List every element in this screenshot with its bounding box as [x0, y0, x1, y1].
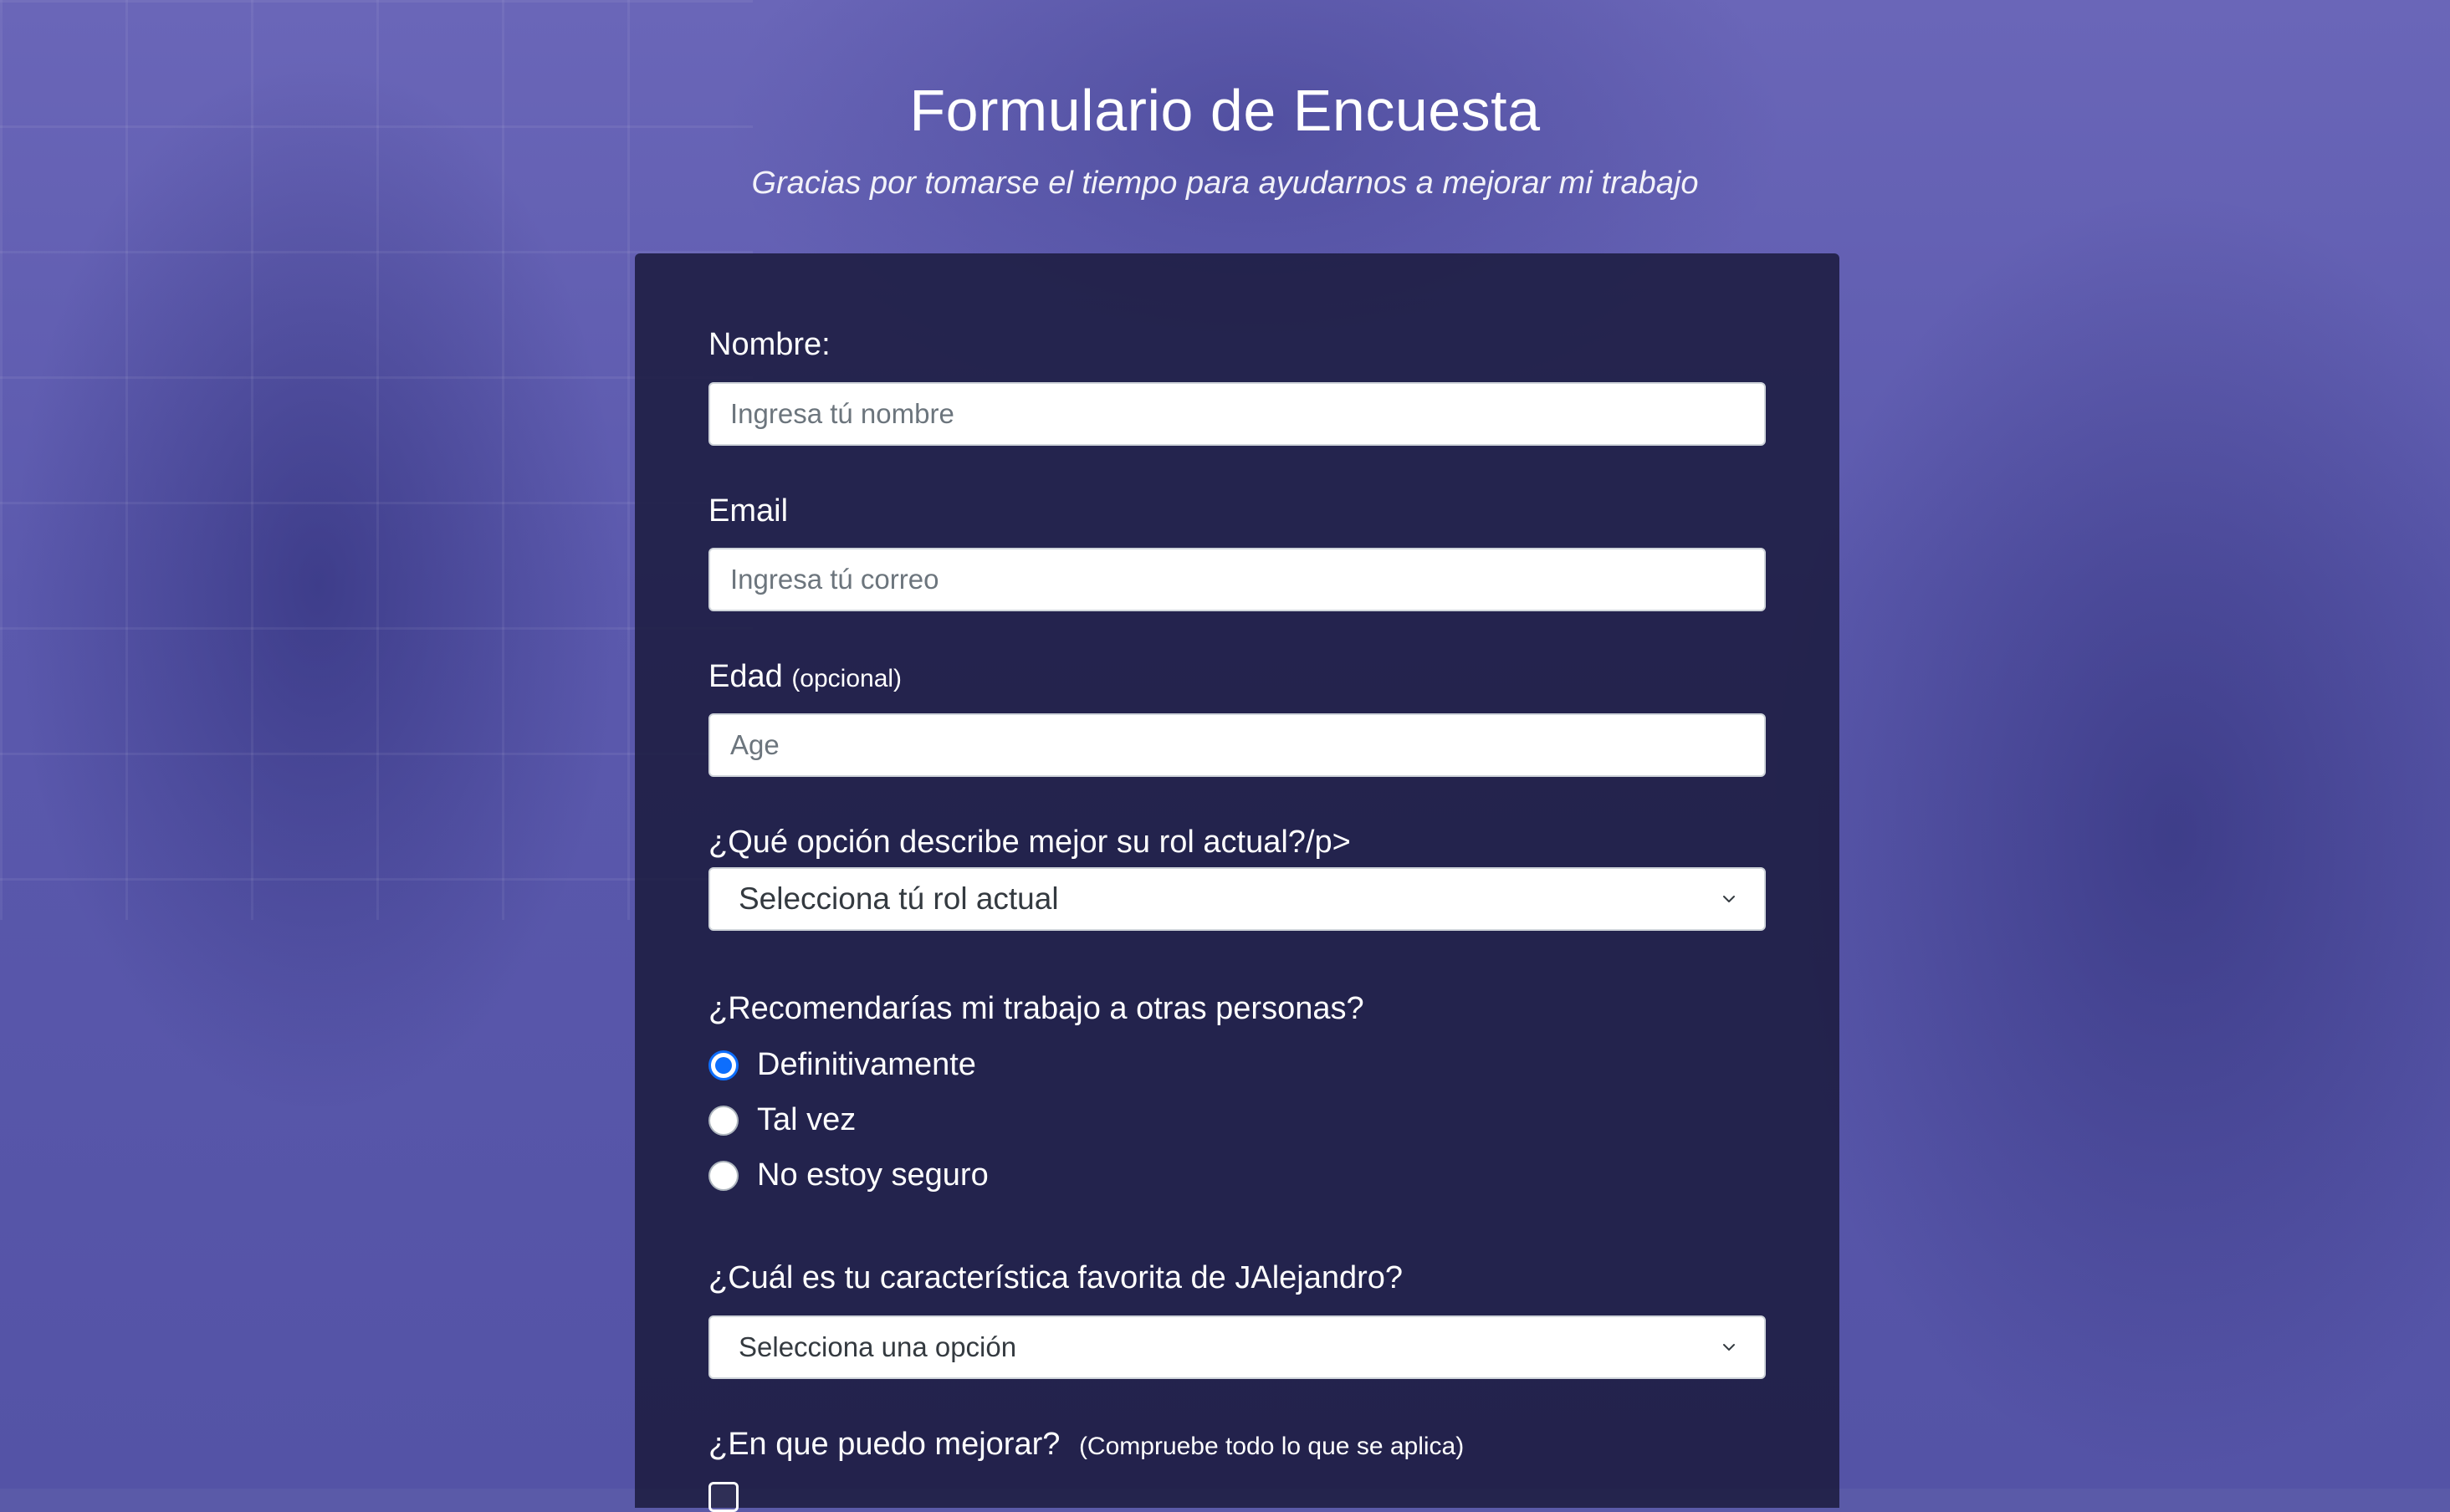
name-label: Nombre:	[708, 327, 831, 363]
favorite-dropdown-value: Selecciona una opción	[739, 1331, 1017, 1362]
age-optional-note: (opcional)	[791, 665, 903, 692]
role-label: ¿Qué opción describe mejor su rol actual…	[708, 825, 1351, 861]
radio-button-checked[interactable]	[708, 1050, 739, 1080]
improve-label-text: ¿En que puedo mejorar?	[708, 1427, 1061, 1462]
radio-option-no-estoy-seguro[interactable]: No estoy seguro	[708, 1157, 989, 1193]
recommend-label: ¿Recomendarías mi trabajo a otras person…	[708, 991, 1364, 1027]
name-label-text: Nombre:	[708, 327, 831, 362]
radio-option-label: Definitivamente	[757, 1047, 976, 1082]
radio-option-label: Tal vez	[757, 1102, 857, 1137]
radio-option-tal-vez[interactable]: Tal vez	[708, 1102, 856, 1138]
email-label: Email	[708, 493, 788, 529]
age-input[interactable]	[708, 713, 1766, 777]
favorite-label-text: ¿Cuál es tu característica favorita de J…	[708, 1260, 1404, 1295]
radio-option-definitivamente[interactable]: Definitivamente	[708, 1047, 976, 1083]
recommend-label-text: ¿Recomendarías mi trabajo a otras person…	[708, 991, 1364, 1026]
improve-label-note: (Compruebe todo lo que se aplica)	[1078, 1433, 1465, 1460]
radio-button[interactable]	[708, 1105, 739, 1136]
favorite-label: ¿Cuál es tu característica favorita de J…	[708, 1260, 1403, 1296]
favorite-dropdown[interactable]: Selecciona una opción	[708, 1315, 1766, 1379]
age-label-text: Edad	[708, 659, 783, 694]
email-label-text: Email	[708, 493, 789, 529]
improve-checkbox[interactable]	[708, 1482, 739, 1512]
role-label-text: ¿Qué opción describe mejor su rol actual…	[708, 825, 1351, 860]
age-label: Edad (opcional)	[708, 659, 902, 695]
role-dropdown[interactable]: Selecciona tú rol actual	[708, 867, 1766, 931]
page-subtitle: Gracias por tomarse el tiempo para ayuda…	[751, 166, 1699, 201]
chevron-down-icon	[1723, 896, 1735, 902]
improve-label: ¿En que puedo mejorar? (Compruebe todo l…	[708, 1427, 1464, 1463]
survey-form: Nombre: Email Edad (opcional) ¿Qué opció…	[635, 253, 1839, 1512]
chevron-down-icon	[1723, 1344, 1735, 1351]
page-header: Formulario de Encuesta Gracias por tomar…	[0, 77, 2450, 202]
radio-option-label: No estoy seguro	[757, 1157, 989, 1193]
role-dropdown-value: Selecciona tú rol actual	[739, 881, 1059, 916]
name-input[interactable]	[708, 382, 1766, 446]
page-title: Formulario de Encuesta	[909, 78, 1541, 143]
radio-button[interactable]	[708, 1160, 739, 1191]
email-input[interactable]	[708, 548, 1766, 611]
